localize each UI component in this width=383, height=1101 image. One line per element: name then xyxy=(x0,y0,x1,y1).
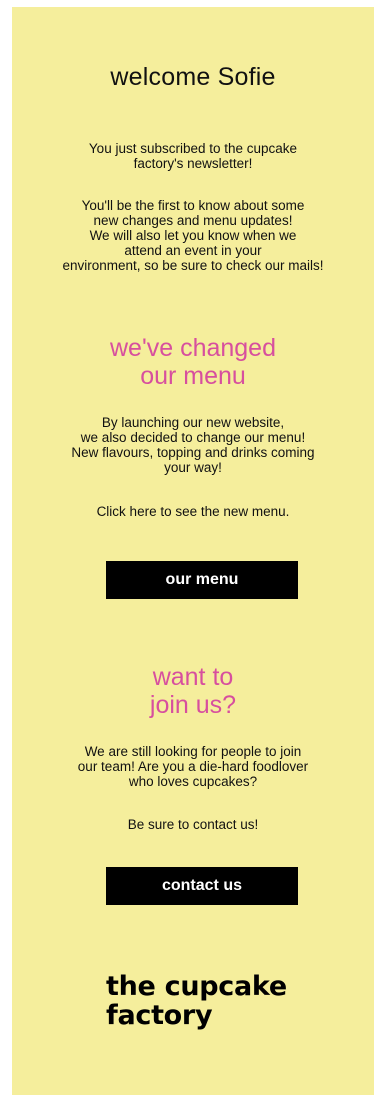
menu-section-heading: we've changed our menu xyxy=(12,334,374,390)
newsletter-panel: welcome Sofie You just subscribed to the… xyxy=(12,7,374,1095)
join-body-line: our team! Are you a die-hard foodlover xyxy=(77,759,309,774)
join-body-line: who loves cupcakes? xyxy=(128,774,258,789)
intro-line: factory's newsletter! xyxy=(133,156,253,171)
details-line: We will also let you know when we xyxy=(89,228,297,243)
menu-body-line: New flavours, topping and drinks coming xyxy=(71,445,315,460)
menu-body-line: we also decided to change our menu! xyxy=(80,430,306,445)
join-heading-line: join us? xyxy=(149,691,237,719)
details-line: attend an event in your xyxy=(124,243,262,258)
logo-line: factory xyxy=(106,1000,213,1031)
details-paragraph: You'll be the first to know about some n… xyxy=(12,198,374,273)
menu-heading-line: we've changed xyxy=(109,334,276,362)
join-body-line: We are still looking for people to join xyxy=(84,744,302,759)
details-line: You'll be the first to know about some xyxy=(81,198,305,213)
intro-line: You just subscribed to the cupcake xyxy=(88,141,298,156)
join-cta-line: Be sure to contact us! xyxy=(127,817,259,832)
menu-body-line: By launching our new website, xyxy=(101,415,285,430)
join-section-body: We are still looking for people to join … xyxy=(12,744,374,789)
join-section-heading: want to join us? xyxy=(12,663,374,719)
menu-section-body: By launching our new website, we also de… xyxy=(12,415,374,475)
details-line: environment, so be sure to check our mai… xyxy=(62,258,324,273)
logo-line: the cupcake xyxy=(106,971,287,1002)
menu-cta-line: Click here to see the new menu. xyxy=(96,504,290,519)
join-cta-text: Be sure to contact us! xyxy=(12,817,374,832)
intro-paragraph: You just subscribed to the cupcake facto… xyxy=(12,141,374,171)
join-heading-line: want to xyxy=(152,663,234,691)
cupcake-factory-logo: the cupcake factory xyxy=(106,972,287,1030)
menu-body-line: your way! xyxy=(164,460,222,475)
greeting-title: welcome Sofie xyxy=(110,63,276,91)
menu-heading-line: our menu xyxy=(140,362,246,390)
our-menu-button[interactable]: our menu xyxy=(106,561,298,599)
menu-cta-text: Click here to see the new menu. xyxy=(12,504,374,519)
details-line: new changes and menu updates! xyxy=(93,213,293,228)
contact-us-button[interactable]: contact us xyxy=(106,867,298,905)
